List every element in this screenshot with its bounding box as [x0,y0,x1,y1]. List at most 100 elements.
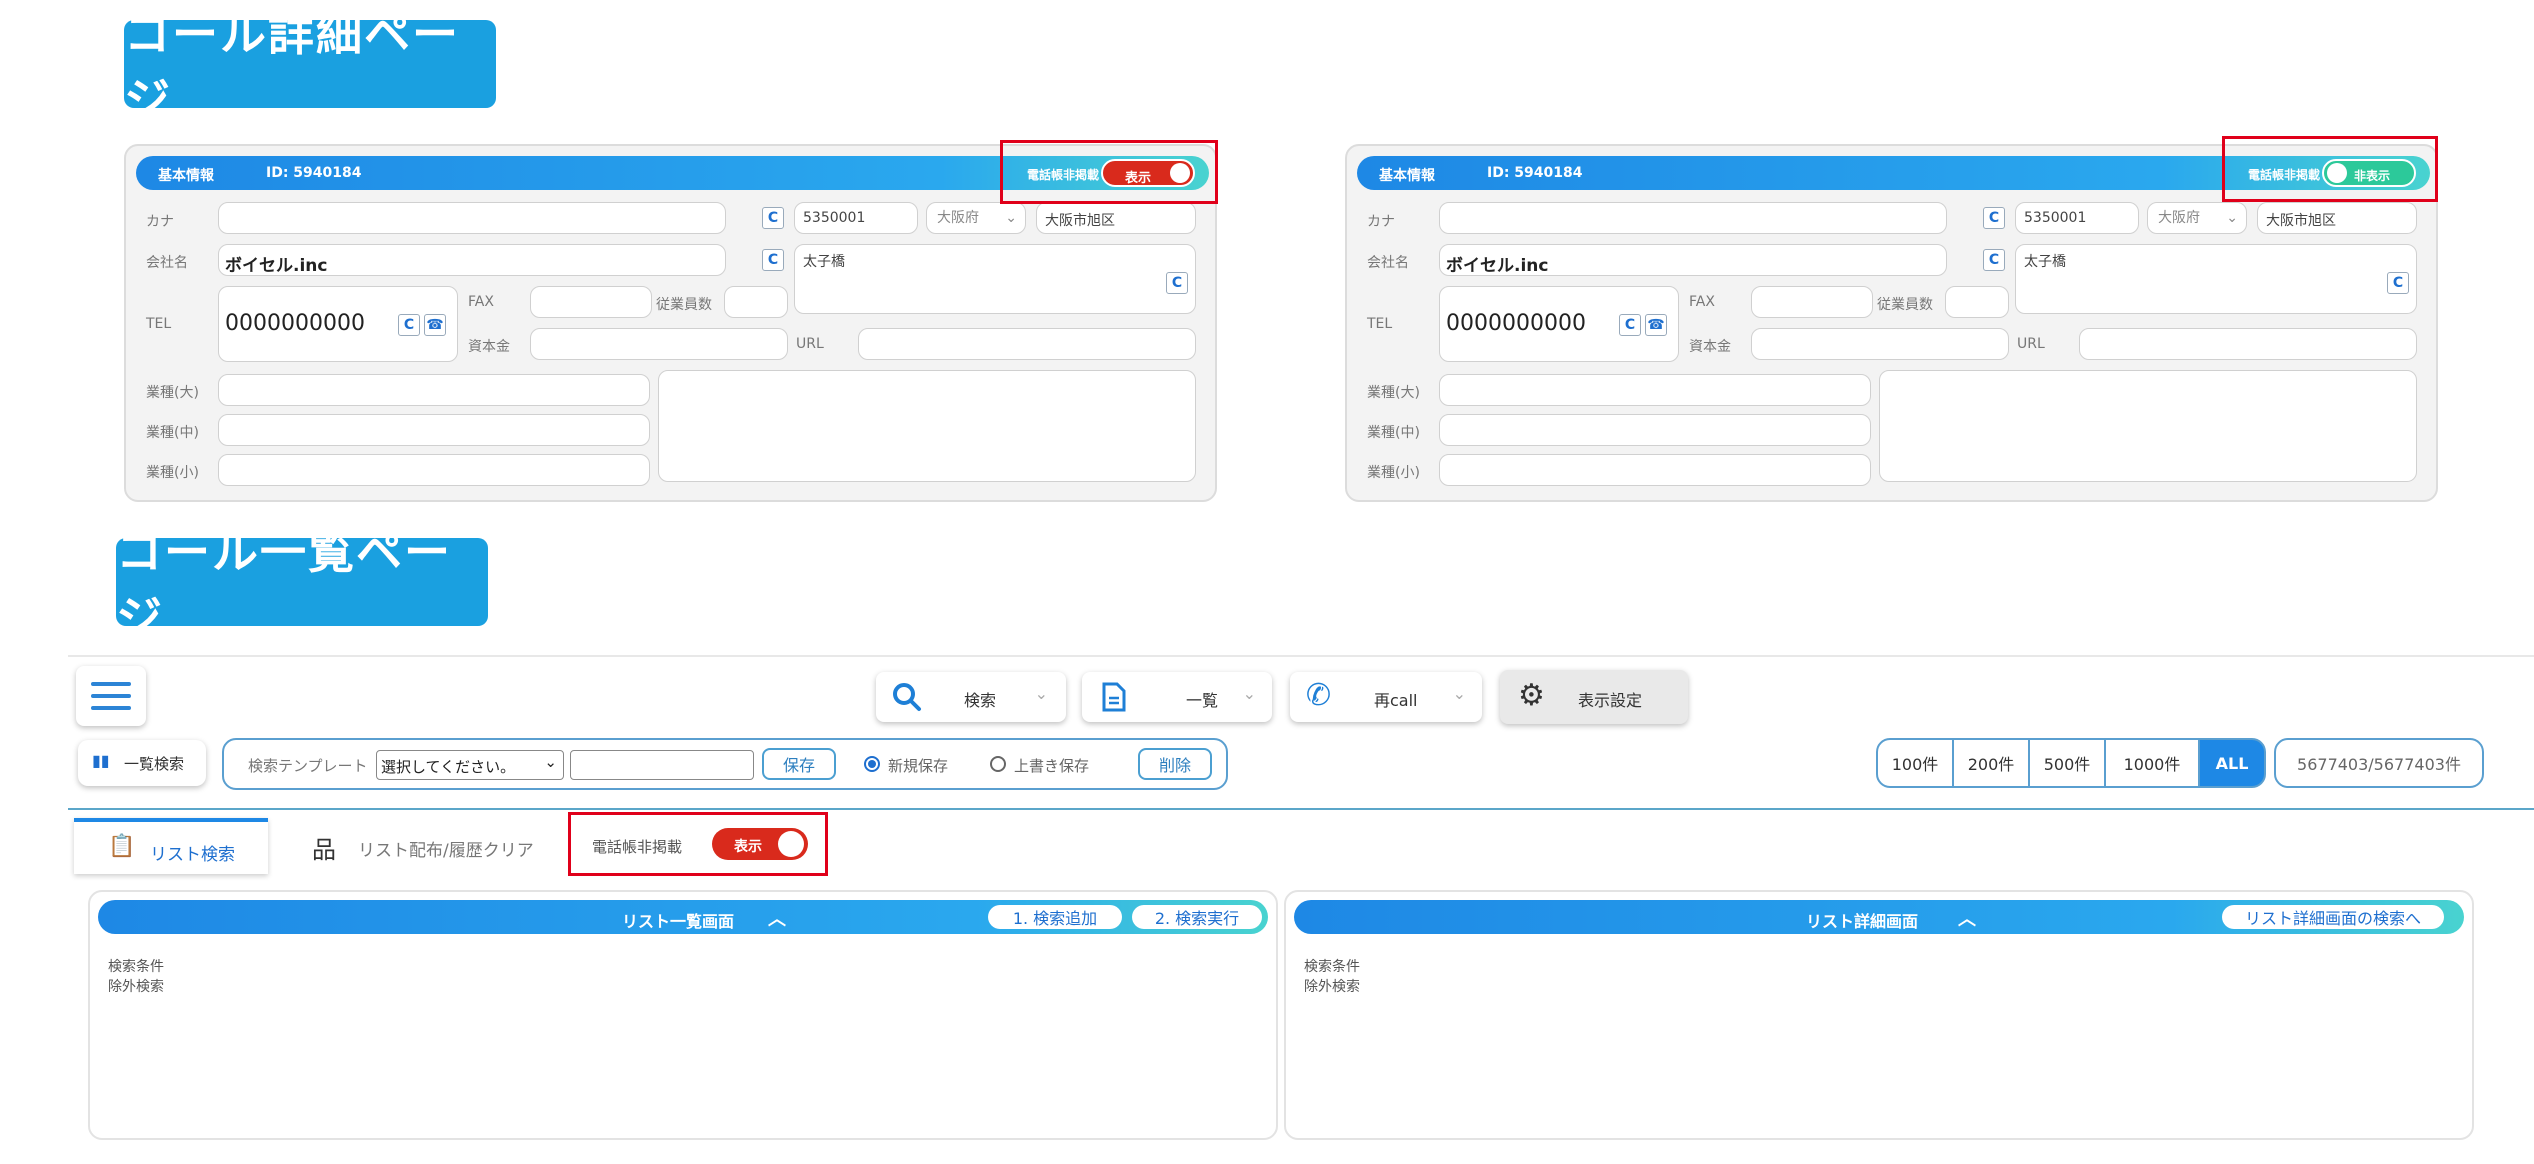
company-input[interactable]: ボイセル.inc [1439,244,1947,276]
list-dropdown[interactable]: 一覧 ⌄ [1082,672,1272,722]
recall-dropdown[interactable]: ✆ 再call ⌄ [1290,672,1482,722]
copy-icon[interactable]: C [1983,249,2005,271]
label-employees: 従業員数 [656,297,712,313]
employees-input[interactable] [724,286,788,318]
detail-search-button[interactable]: リスト詳細画面の検索へ [2222,905,2444,929]
kana-input[interactable] [218,202,726,234]
chevron-down-icon: ⌄ [1005,210,1017,226]
tab-list-search[interactable]: 📋 リスト検索 [74,818,268,874]
template-select[interactable]: 選択してください。 ⌄ [376,750,564,780]
copy-icon[interactable]: C [2387,272,2409,294]
search-conditions: 検索条件 [108,959,164,975]
display-settings-button[interactable]: ⚙ 表示設定 [1500,670,1688,724]
divider [68,808,2534,810]
phone-icon[interactable]: ☎ [424,314,446,336]
url-input[interactable] [858,328,1196,360]
label-tel: TEL [1367,316,1393,332]
chevron-up-icon[interactable]: ︿ [1958,905,1976,931]
count-all[interactable]: ALL [2198,738,2266,788]
capital-input[interactable] [530,328,788,360]
memo-textarea[interactable] [1879,370,2417,482]
tel-input[interactable]: 0000000000 [218,286,458,362]
label-capital: 資本金 [1689,339,1731,355]
label-tel: TEL [146,316,172,332]
label-kana: カナ [1367,214,1395,230]
company-input[interactable]: ボイセル.inc [218,244,726,276]
label-industry-s: 業種(小) [1367,465,1420,481]
address2-input[interactable]: 太子橋 [2015,244,2417,314]
menu-button[interactable] [76,666,146,726]
label-kana: カナ [146,214,174,230]
postal-input[interactable]: 5350001 [794,202,918,234]
radio-dot [868,760,876,768]
new-save-radio[interactable] [864,756,880,772]
add-search-button[interactable]: 1. 検索追加 [988,905,1122,929]
copy-icon[interactable]: C [1983,207,2005,229]
total-count: 5677403/5677403件 [2274,738,2484,788]
industry-l-input[interactable] [218,374,650,406]
search-dropdown[interactable]: 検索 ⌄ [876,672,1066,722]
label-capital: 資本金 [468,339,510,355]
template-name-input[interactable] [570,750,754,780]
prefecture-select[interactable]: 大阪府 ⌄ [926,202,1026,234]
run-search-button[interactable]: 2. 検索実行 [1132,905,1262,929]
search-template-bar: 検索テンプレート 選択してください。 ⌄ 保存 新規保存 上書き保存 削除 [222,738,1228,790]
highlight-box [1000,140,1218,204]
search-conditions: 検索条件 [1304,959,1360,975]
count-1000[interactable]: 1000件 [2104,738,2200,788]
prefecture-select[interactable]: 大阪府 ⌄ [2147,202,2247,234]
capital-input[interactable] [1751,328,2009,360]
book-icon: ▮▮ [92,751,110,770]
count-200[interactable]: 200件 [1952,738,2030,788]
copy-icon[interactable]: C [1619,314,1641,336]
employees-input[interactable] [1945,286,2009,318]
label-url: URL [796,336,824,352]
label-industry-s: 業種(小) [146,465,199,481]
postal-input[interactable]: 5350001 [2015,202,2139,234]
industry-l-input[interactable] [1439,374,1871,406]
panel-header: リスト一覧画面 ︿ 1. 検索追加 2. 検索実行 [98,900,1268,934]
industry-m-input[interactable] [1439,414,1871,446]
chevron-down-icon: ⌄ [1242,684,1256,703]
industry-s-input[interactable] [218,454,650,486]
chevron-down-icon: ⌄ [2226,210,2238,226]
chevron-up-icon[interactable]: ︿ [768,905,786,931]
count-500[interactable]: 500件 [2028,738,2106,788]
city-input[interactable]: 大阪市旭区 [2257,202,2417,234]
copy-icon[interactable]: C [762,207,784,229]
chevron-down-icon: ⌄ [1452,684,1466,703]
fax-input[interactable] [530,286,652,318]
kana-input[interactable] [1439,202,1947,234]
list-search-button[interactable]: ▮▮ 一覧検索 [78,740,206,786]
label-fax: FAX [468,294,494,310]
industry-s-input[interactable] [1439,454,1871,486]
copy-icon[interactable]: C [398,314,420,336]
copy-icon[interactable]: C [762,249,784,271]
fax-input[interactable] [1751,286,1873,318]
label-industry-l: 業種(大) [146,385,199,401]
count-100[interactable]: 100件 [1876,738,1954,788]
document-icon [1102,682,1126,712]
phone-icon[interactable]: ☎ [1645,314,1667,336]
exclude-search: 除外検索 [1304,979,1360,995]
memo-textarea[interactable] [658,370,1196,482]
overwrite-save-radio[interactable] [990,756,1006,772]
search-icon [893,683,921,711]
highlight-box [568,812,828,876]
save-button[interactable]: 保存 [762,748,836,780]
list-panel-right: リスト詳細画面 ︿ リスト詳細画面の検索へ 検索条件 除外検索 [1284,890,2474,1140]
tel-input[interactable]: 0000000000 [1439,286,1679,362]
list-page-banner: コール一覧ページ [116,525,488,645]
header-basic-info: 基本情報 [1379,168,1435,184]
address2-input[interactable]: 太子橋 [794,244,1196,314]
header-id: ID: 5940184 [1487,165,1583,181]
tab-distribute[interactable]: 品 リスト配布/履歴クリア [272,818,562,874]
chevron-down-icon: ⌄ [544,753,557,771]
label-industry-l: 業種(大) [1367,385,1420,401]
city-input[interactable]: 大阪市旭区 [1036,202,1196,234]
delete-button[interactable]: 削除 [1138,748,1212,780]
url-input[interactable] [2079,328,2417,360]
label-employees: 従業員数 [1877,297,1933,313]
industry-m-input[interactable] [218,414,650,446]
copy-icon[interactable]: C [1166,272,1188,294]
